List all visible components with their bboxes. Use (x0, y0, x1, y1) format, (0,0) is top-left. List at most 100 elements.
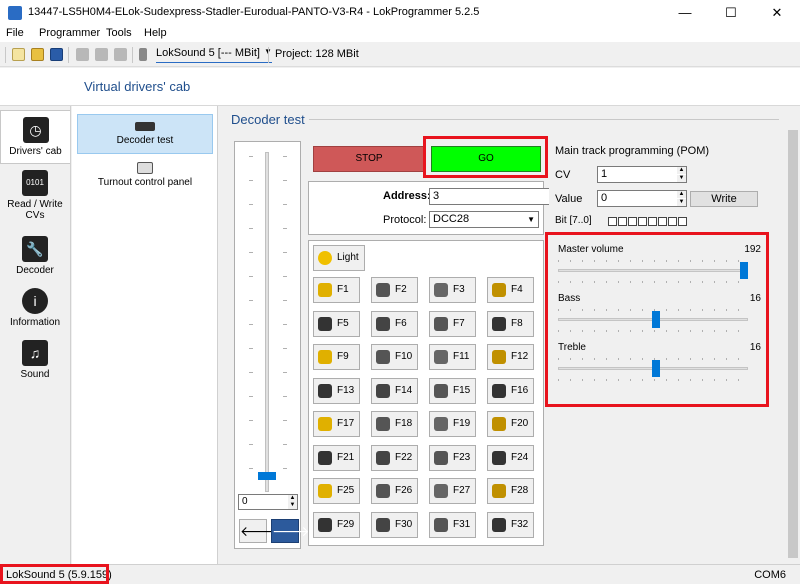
close-button[interactable]: ✕ (754, 0, 800, 26)
scrollbar-thumb[interactable] (788, 130, 798, 558)
function-button-f26[interactable]: F26 (371, 478, 418, 504)
turnout-icon (137, 162, 153, 174)
throttle-tick (283, 156, 287, 157)
bit-checkbox[interactable] (628, 217, 637, 226)
vertical-scrollbar[interactable] (786, 114, 800, 564)
spin-up-icon[interactable]: ▲ (288, 495, 297, 502)
function-button-f10[interactable]: F10 (371, 344, 418, 370)
function-button-f28[interactable]: F28 (487, 478, 534, 504)
spin-down-icon[interactable]: ▼ (288, 502, 297, 509)
sub-nav: Decoder test Turnout control panel (72, 106, 218, 564)
menu-help[interactable]: Help (144, 27, 167, 39)
new-file-icon[interactable] (12, 48, 25, 61)
cv-input[interactable]: 1 ▲ ▼ (597, 166, 687, 183)
spin-up-icon[interactable]: ▲ (677, 167, 686, 174)
nav-item-decoder[interactable]: 🔧 Decoder (0, 230, 70, 278)
function-button-f15[interactable]: F15 (429, 377, 476, 404)
value-input[interactable]: 0 ▲ ▼ (597, 190, 687, 207)
function-icon (492, 517, 506, 532)
probe-icon[interactable] (139, 48, 147, 61)
bit-checkbox[interactable] (608, 217, 617, 226)
direction-forward-button[interactable]: 🡒 (271, 519, 310, 543)
page-header: Virtual drivers' cab (0, 68, 800, 106)
function-button-f25[interactable]: F25 (313, 478, 360, 504)
stop-button[interactable]: STOP (313, 146, 425, 172)
locomotive-icon (135, 122, 155, 131)
function-button-f31[interactable]: F31 (429, 511, 476, 538)
open-folder-icon[interactable] (31, 48, 44, 61)
spin-up-icon[interactable]: ▲ (677, 191, 686, 198)
function-label: F15 (453, 384, 471, 396)
bit-checkbox[interactable] (658, 217, 667, 226)
throttle-tick (283, 252, 287, 253)
function-button-f7[interactable]: F7 (429, 310, 476, 337)
save-icon[interactable] (50, 48, 63, 61)
minimize-button[interactable]: — (662, 0, 708, 26)
function-button-f30[interactable]: F30 (371, 511, 418, 538)
function-icon (492, 350, 506, 364)
function-button-f22[interactable]: F22 (371, 444, 418, 471)
light-button[interactable]: Light (313, 245, 365, 271)
toolbar-separator (132, 47, 133, 63)
read-decoder-icon[interactable] (76, 48, 89, 61)
function-button-f14[interactable]: F14 (371, 377, 418, 404)
function-button-f6[interactable]: F6 (371, 310, 418, 337)
function-icon (434, 484, 448, 498)
function-icon (376, 450, 390, 465)
function-button-f19[interactable]: F19 (429, 411, 476, 437)
function-label: F13 (337, 384, 355, 396)
function-button-f11[interactable]: F11 (429, 344, 476, 370)
bit-checkbox[interactable] (678, 217, 687, 226)
function-button-f20[interactable]: F20 (487, 411, 534, 437)
nav-item-sound[interactable]: ♫ Sound (0, 334, 70, 382)
function-button-f5[interactable]: F5 (313, 310, 360, 337)
function-button-f29[interactable]: F29 (313, 511, 360, 538)
function-button-f9[interactable]: F9 (313, 344, 360, 370)
throttle-slider-thumb[interactable] (258, 472, 276, 480)
bit-checkbox[interactable] (618, 217, 627, 226)
nav-item-label: Information (9, 317, 61, 328)
bit-checkbox[interactable] (648, 217, 657, 226)
function-button-f32[interactable]: F32 (487, 511, 534, 538)
protocol-select[interactable]: DCC28 ▼ (429, 211, 539, 228)
write-sound-icon[interactable] (114, 48, 127, 61)
nav-item-drivers-cab[interactable]: ◷ Drivers' cab (0, 110, 70, 164)
nav-item-read-write-cvs[interactable]: 0101 Read / Write CVs (0, 164, 70, 224)
function-button-f23[interactable]: F23 (429, 444, 476, 471)
function-button-f3[interactable]: F3 (429, 277, 476, 303)
nav-item-information[interactable]: i Information (0, 282, 70, 330)
device-select[interactable]: LokSound 5 [--- MBit] ▼ (156, 47, 272, 63)
function-button-f8[interactable]: F8 (487, 310, 534, 337)
function-button-f13[interactable]: F13 (313, 377, 360, 404)
com-port-status: COM6 (754, 569, 786, 581)
menu-file[interactable]: File (6, 27, 24, 39)
function-icon (318, 517, 332, 532)
page-title: Virtual drivers' cab (84, 79, 191, 94)
spin-down-icon[interactable]: ▼ (677, 199, 686, 206)
bit-checkbox[interactable] (638, 217, 647, 226)
function-button-f17[interactable]: F17 (313, 411, 360, 437)
menu-programmer[interactable]: Programmer (39, 27, 100, 39)
function-button-f4[interactable]: F4 (487, 277, 534, 303)
function-button-f16[interactable]: F16 (487, 377, 534, 404)
function-button-f12[interactable]: F12 (487, 344, 534, 370)
function-button-f27[interactable]: F27 (429, 478, 476, 504)
function-button-f2[interactable]: F2 (371, 277, 418, 303)
function-label: F8 (511, 317, 523, 329)
subnav-item-decoder-test[interactable]: Decoder test (77, 114, 213, 154)
write-decoder-icon[interactable] (95, 48, 108, 61)
function-button-f1[interactable]: F1 (313, 277, 360, 303)
throttle-slider[interactable] (265, 152, 269, 492)
maximize-button[interactable]: ☐ (708, 0, 754, 26)
write-button[interactable]: Write (690, 191, 758, 207)
bit-checkbox[interactable] (668, 217, 677, 226)
direction-reverse-button[interactable]: 🡐 (239, 519, 278, 543)
function-button-f24[interactable]: F24 (487, 444, 534, 471)
speed-input[interactable]: 0 ▲ ▼ (238, 494, 298, 510)
subnav-item-turnout-control[interactable]: Turnout control panel (77, 160, 213, 200)
function-button-f18[interactable]: F18 (371, 411, 418, 437)
function-button-f21[interactable]: F21 (313, 444, 360, 471)
function-label: F31 (453, 518, 471, 530)
spin-down-icon[interactable]: ▼ (677, 175, 686, 182)
menu-tools[interactable]: Tools (106, 27, 132, 39)
